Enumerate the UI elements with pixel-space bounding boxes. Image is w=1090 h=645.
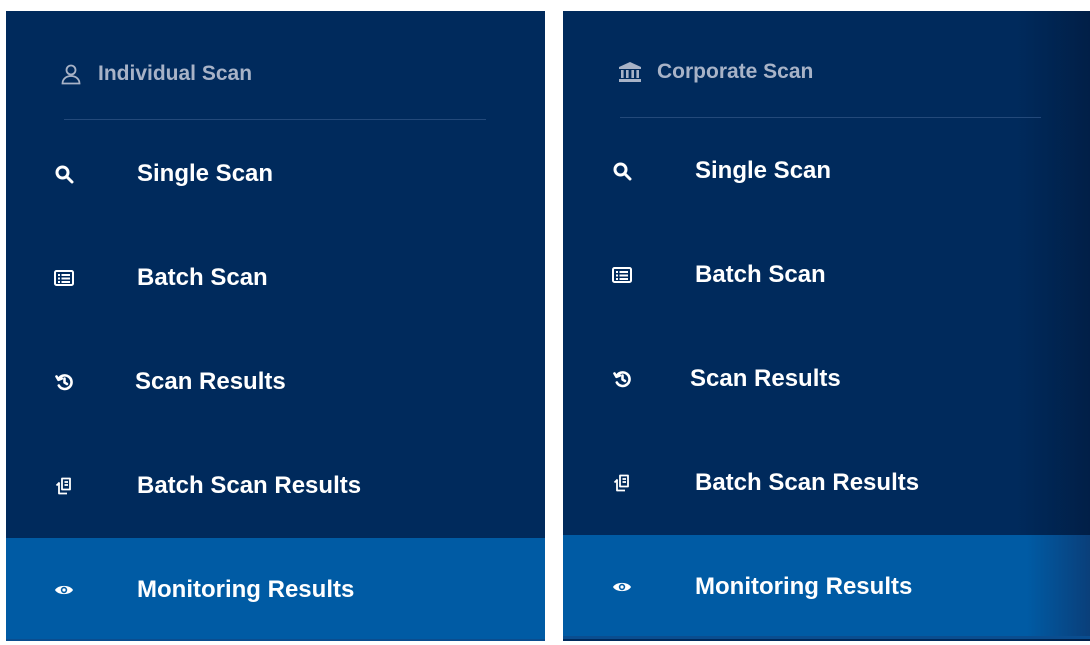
individual-scan-panel: Individual Scan Single Scan Batch Scan S… — [6, 11, 545, 641]
section-header-corporate-scan: Corporate Scan — [617, 54, 813, 90]
menu-item-label: Scan Results — [135, 368, 286, 395]
menu-item-batch-scan-results[interactable]: Batch Scan Results — [563, 431, 1090, 535]
menu-item-monitoring-results[interactable]: Monitoring Results — [6, 538, 545, 641]
menu-item-label: Batch Scan — [695, 261, 826, 288]
menu-item-label: Scan Results — [690, 365, 841, 392]
eye-icon — [51, 577, 77, 603]
section-header-label: Corporate Scan — [657, 60, 814, 83]
menu-item-single-scan[interactable]: Single Scan — [6, 122, 545, 226]
divider — [620, 117, 1041, 118]
history-icon — [51, 369, 77, 395]
menu-item-single-scan[interactable]: Single Scan — [563, 119, 1090, 223]
documents-icon — [51, 473, 77, 499]
menu-item-label: Monitoring Results — [695, 573, 913, 600]
history-icon — [609, 366, 635, 392]
menu-item-batch-scan[interactable]: Batch Scan — [563, 223, 1090, 327]
menu-item-label: Batch Scan Results — [137, 472, 362, 499]
menu-item-label: Single Scan — [695, 157, 832, 184]
list-icon — [51, 265, 77, 291]
menu-item-label: Batch Scan Results — [695, 469, 920, 496]
corporate-scan-panel: Corporate Scan Single Scan Batch Scan Sc… — [563, 11, 1090, 641]
menu-item-batch-scan[interactable]: Batch Scan — [6, 226, 545, 330]
menu-item-batch-scan-results[interactable]: Batch Scan Results — [6, 434, 545, 538]
search-icon — [609, 158, 635, 184]
menu-item-scan-results[interactable]: Scan Results — [6, 330, 545, 434]
section-header-label: Individual Scan — [98, 62, 253, 85]
menu-item-scan-results[interactable]: Scan Results — [563, 327, 1090, 431]
user-icon — [58, 61, 84, 87]
bank-icon — [617, 59, 643, 85]
search-icon — [51, 161, 77, 187]
corporate-scan-menu: Single Scan Batch Scan Scan Results Batc… — [563, 119, 1090, 639]
menu-item-label: Monitoring Results — [137, 576, 355, 603]
menu-item-label: Single Scan — [137, 160, 274, 187]
divider — [64, 119, 486, 120]
section-header-individual-scan: Individual Scan — [58, 56, 252, 92]
list-icon — [609, 262, 635, 288]
menu-item-label: Batch Scan — [137, 264, 268, 291]
individual-scan-menu: Single Scan Batch Scan Scan Results Batc… — [6, 122, 545, 641]
eye-icon — [609, 574, 635, 600]
documents-icon — [609, 470, 635, 496]
menu-item-monitoring-results[interactable]: Monitoring Results — [563, 535, 1090, 639]
